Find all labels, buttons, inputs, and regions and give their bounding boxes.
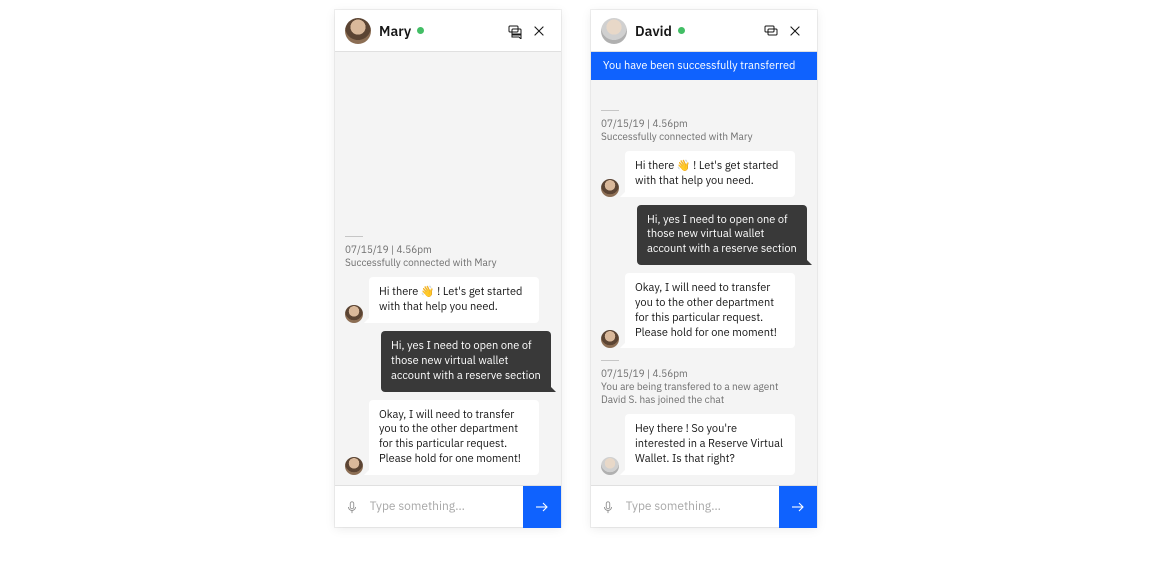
message-row: Hi, yes I need to open one of those new …: [345, 331, 551, 392]
agent-name: Mary: [379, 22, 411, 40]
agent-name: David: [635, 22, 672, 40]
agent-avatar: [345, 18, 371, 44]
chat-input-bar: [591, 485, 817, 527]
message-row: Hi, yes I need to open one of those new …: [601, 205, 807, 266]
user-message: Hi, yes I need to open one of those new …: [381, 331, 551, 392]
agent-message: Hey there ! So you're interested in a Re…: [625, 414, 795, 475]
meta-text: Successfully connected with Mary: [345, 256, 551, 269]
chat-header: Mary: [335, 10, 561, 52]
meta-text: You are being transfered to a new agent: [601, 380, 807, 393]
chat-input-bar: [335, 485, 561, 527]
status-online-icon: [417, 27, 424, 34]
meta-timestamp: 07/15/19 | 4.56pm: [345, 243, 551, 256]
meta-block: 07/15/19 | 4.56pm Successfully connected…: [601, 110, 807, 143]
meta-timestamp: 07/15/19 | 4.56pm: [601, 367, 807, 380]
message-row: Okay, I will need to transfer you to the…: [601, 273, 807, 348]
transcript-icon[interactable]: [503, 19, 527, 43]
chat-window-david: David You have been successfully transfe…: [591, 10, 817, 527]
chat-body: 07/15/19 | 4.56pm Successfully connected…: [591, 80, 817, 485]
meta-timestamp: 07/15/19 | 4.56pm: [601, 117, 807, 130]
message-input[interactable]: [626, 499, 779, 514]
agent-avatar: [601, 18, 627, 44]
agent-message: Hi there 👋 ! Let's get started with that…: [625, 151, 795, 197]
message-input[interactable]: [370, 499, 523, 514]
agent-message: Okay, I will need to transfer you to the…: [625, 273, 795, 348]
agent-avatar-small: [345, 305, 363, 323]
transcript-icon[interactable]: [759, 19, 783, 43]
send-button[interactable]: [523, 486, 561, 528]
chat-window-mary: Mary 07/15/19 | 4.56pm Successfully conn…: [335, 10, 561, 527]
meta-block: 07/15/19 | 4.56pm You are being transfer…: [601, 360, 807, 406]
user-message: Hi, yes I need to open one of those new …: [637, 205, 807, 266]
close-icon[interactable]: [783, 19, 807, 43]
agent-message: Okay, I will need to transfer you to the…: [369, 400, 539, 475]
microphone-icon[interactable]: [591, 500, 626, 514]
microphone-icon[interactable]: [335, 500, 370, 514]
send-button[interactable]: [779, 486, 817, 528]
agent-message: Hi there 👋 ! Let's get started with that…: [369, 277, 539, 323]
status-online-icon: [678, 27, 685, 34]
message-row: Okay, I will need to transfer you to the…: [345, 400, 551, 475]
meta-text: David S. has joined the chat: [601, 393, 807, 406]
close-icon[interactable]: [527, 19, 551, 43]
message-row: Hi there 👋 ! Let's get started with that…: [601, 151, 807, 197]
message-row: Hey there ! So you're interested in a Re…: [601, 414, 807, 475]
agent-avatar-small: [601, 179, 619, 197]
chat-body: 07/15/19 | 4.56pm Successfully connected…: [335, 52, 561, 485]
transfer-banner: You have been successfully transferred: [591, 52, 817, 80]
agent-avatar-small: [601, 330, 619, 348]
chat-header: David: [591, 10, 817, 52]
agent-avatar-small: [345, 457, 363, 475]
meta-block: 07/15/19 | 4.56pm Successfully connected…: [345, 236, 551, 269]
message-row: Hi there 👋 ! Let's get started with that…: [345, 277, 551, 323]
meta-text: Successfully connected with Mary: [601, 130, 807, 143]
agent-avatar-small: [601, 457, 619, 475]
